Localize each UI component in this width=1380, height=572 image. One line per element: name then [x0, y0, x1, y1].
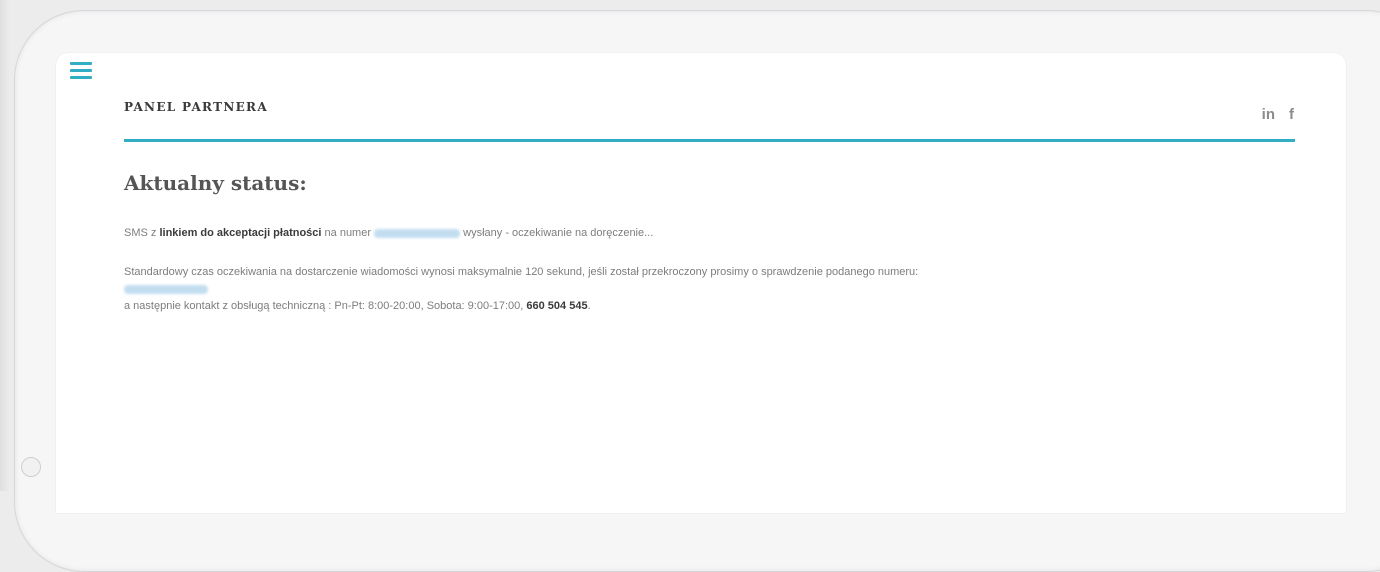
hamburger-menu-icon[interactable] [70, 62, 92, 80]
linkedin-icon[interactable]: in [1262, 106, 1275, 123]
device-left-edge [0, 0, 10, 491]
status-content: SMS z linkiem do akceptacji płatności na… [124, 225, 1294, 315]
sms-status-line: SMS z linkiem do akceptacji płatności na… [124, 227, 654, 239]
redacted-number-line [124, 281, 1294, 298]
social-links: in f [1262, 106, 1294, 123]
tablet-home-button [21, 457, 41, 477]
redacted-phone-number [374, 228, 461, 238]
redacted-phone-number-2 [124, 284, 208, 294]
brand-title: PANEL PARTNERA [124, 100, 268, 114]
page-title: Aktualny status: [124, 171, 307, 195]
partner-panel-screen: PANEL PARTNERA in f Aktualny status: SMS… [56, 53, 1346, 513]
sms-link-label: linkiem do akceptacji płatności [159, 227, 322, 239]
support-phone[interactable]: 660 504 545 [526, 300, 587, 312]
header-divider [124, 139, 1295, 142]
wait-info-text: Standardowy czas oczekiwania na dostarcz… [124, 266, 919, 278]
facebook-icon[interactable]: f [1289, 106, 1294, 123]
contact-line: a następnie kontakt z obsługą techniczną… [124, 300, 591, 312]
